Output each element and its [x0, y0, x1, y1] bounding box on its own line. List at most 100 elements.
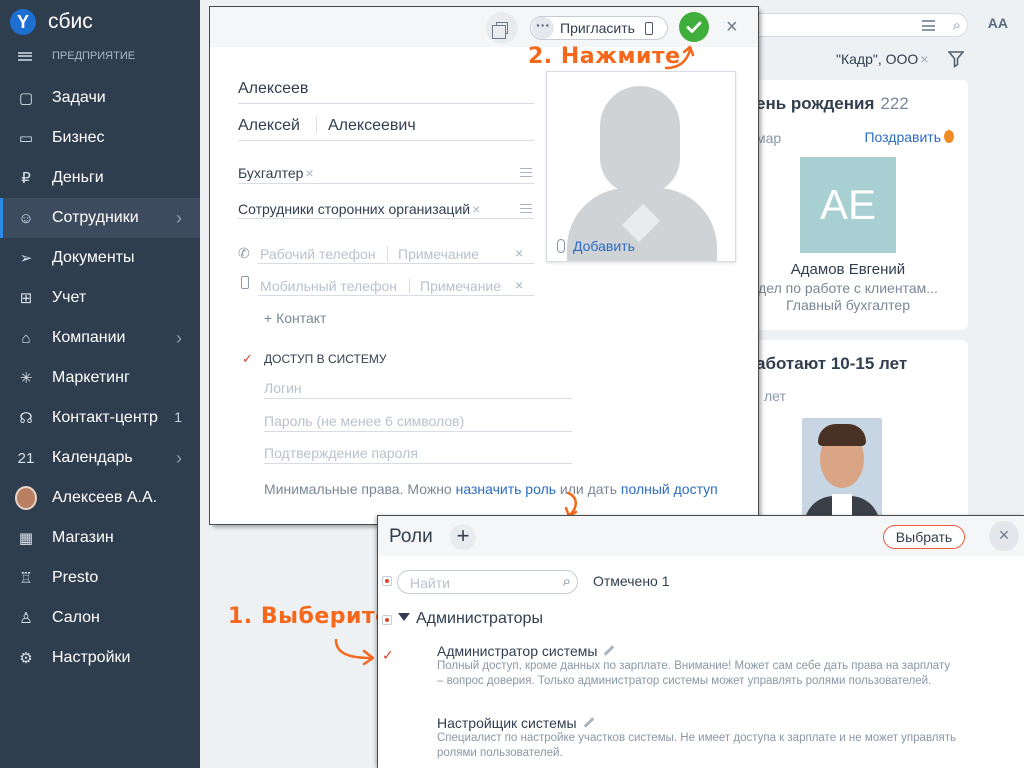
mobile-phone-note-field[interactable]: Примечание: [420, 278, 501, 294]
sidebar-item-companies[interactable]: ⌂ Компании ›: [0, 318, 200, 358]
paperclip-icon: [557, 239, 565, 253]
department-value: Сотрудники сторонних организаций: [238, 201, 471, 217]
sidebar-item-calendar[interactable]: 21 Календарь ›: [0, 438, 200, 478]
password-field[interactable]: Пароль (не менее 6 символов): [264, 413, 464, 429]
work-phone-field[interactable]: Рабочий телефон: [260, 246, 376, 262]
position-field[interactable]: Бухгалтер ×: [238, 165, 314, 181]
invite-button[interactable]: ··· Пригласить: [530, 16, 668, 40]
clear-icon[interactable]: ×: [515, 277, 523, 293]
group-marker[interactable]: [382, 615, 392, 625]
employee-name[interactable]: Адамов Евгений: [756, 261, 940, 278]
role-name-admin[interactable]: Администратор системы: [437, 643, 615, 659]
last-name-field[interactable]: Алексеев: [238, 80, 308, 98]
callout-arrow-icon: [334, 638, 375, 666]
company-filter[interactable]: "Кадр", ООО ×: [836, 51, 928, 67]
dialog-header: ··· Пригласить ×: [210, 7, 758, 47]
open-in-new-window-button[interactable]: [486, 12, 518, 44]
role-group-admins[interactable]: Администраторы: [398, 610, 543, 628]
sidebar-item-tasks[interactable]: ▢ Задачи: [0, 78, 200, 118]
clear-filter-icon[interactable]: ×: [920, 51, 928, 67]
list-icon[interactable]: [922, 20, 935, 31]
more-icon[interactable]: ···: [532, 17, 554, 39]
clear-icon: ×: [472, 201, 481, 217]
search-icon[interactable]: ⌕: [953, 17, 961, 34]
ruble-icon: ₽: [21, 170, 31, 187]
mobile-phone-field[interactable]: Мобильный телефон: [260, 278, 397, 294]
sidebar-item-label: Настройки: [52, 649, 131, 666]
login-field[interactable]: Логин: [264, 380, 302, 396]
sidebar-item-documents[interactable]: ➢ Документы: [0, 238, 200, 278]
list-icon[interactable]: [520, 204, 532, 213]
sidebar-item-presto[interactable]: ♖ Presto: [0, 558, 200, 598]
balloon-icon: [944, 130, 954, 143]
access-checkbox[interactable]: ✓: [242, 351, 253, 367]
sidebar-item-settings[interactable]: ⚙ Настройки: [0, 638, 200, 678]
close-button[interactable]: ×: [726, 16, 738, 39]
marked-count[interactable]: Отмечено 1: [593, 573, 670, 589]
employee-photo[interactable]: [802, 418, 882, 520]
sidebar-item-marketing[interactable]: ✳ Маркетинг: [0, 358, 200, 398]
list-icon[interactable]: [520, 168, 532, 177]
sidebar-item-label: Учет: [52, 289, 87, 306]
sidebar-item-label: Бизнес: [52, 129, 105, 146]
work-phone-note-field[interactable]: Примечание: [398, 246, 479, 262]
save-button[interactable]: [679, 12, 709, 42]
employee-avatar[interactable]: АЕ: [800, 157, 896, 253]
checkmark-icon: [686, 21, 702, 33]
department-field[interactable]: Сотрудники сторонних организаций ×: [238, 201, 480, 217]
roles-panel: Роли + Выбрать × Найти ⌕ Отмечено 1 Адми…: [378, 516, 1024, 768]
calendar-icon: 21: [17, 449, 35, 467]
invite-label: Пригласить: [560, 20, 635, 36]
middle-name-field[interactable]: Алексеевич: [328, 117, 416, 135]
photo-placeholder[interactable]: Добавить: [546, 71, 736, 262]
clear-icon[interactable]: ×: [515, 245, 523, 261]
add-photo-link[interactable]: Добавить: [557, 238, 635, 254]
app-logo[interactable]: Y сбис: [10, 8, 93, 36]
tasks-icon: ▢: [18, 90, 34, 107]
top-bar: ⌕ AA: [758, 8, 1024, 38]
first-name-field[interactable]: Алексей: [238, 117, 300, 135]
roles-title: Роли: [389, 526, 433, 547]
card-subtitle: мар: [756, 130, 782, 146]
sidebar-item-employees[interactable]: ☺ Сотрудники ›: [0, 198, 200, 238]
sidebar-nav: ▢ Задачи ▭ Бизнес ₽ Деньги ☺ Сотрудники …: [0, 78, 200, 678]
chevron-right-icon[interactable]: ›: [176, 328, 182, 349]
chevron-right-icon[interactable]: ›: [176, 208, 182, 229]
font-size-icon[interactable]: AA: [988, 15, 1008, 31]
company-filter-label: "Кадр", ООО: [836, 51, 919, 67]
filter-icon[interactable]: [948, 50, 964, 68]
sidebar-item-label: Календарь: [52, 449, 133, 466]
add-contact-button[interactable]: + Контакт: [264, 310, 326, 326]
sidebar-item-label: Контакт-центр: [52, 409, 158, 426]
employee-position: Главный бухгалтер: [786, 297, 910, 313]
add-role-button[interactable]: +: [450, 524, 476, 550]
global-search-input[interactable]: ⌕: [758, 13, 968, 37]
roles-search-input[interactable]: Найти ⌕: [397, 570, 578, 594]
sidebar-item-contact-center[interactable]: ☊ Контакт-центр 1: [0, 398, 200, 438]
full-access-link[interactable]: полный доступ: [621, 481, 718, 497]
assign-role-link[interactable]: назначить роль: [456, 481, 556, 497]
sidebar-item-accounting[interactable]: ⊞ Учет: [0, 278, 200, 318]
close-button[interactable]: ×: [989, 521, 1019, 551]
congratulate-link[interactable]: Поздравить: [864, 129, 954, 145]
choose-button[interactable]: Выбрать: [883, 525, 965, 549]
search-placeholder: Найти: [410, 575, 450, 591]
sidebar-item-salon[interactable]: ♙ Салон: [0, 598, 200, 638]
sidebar-item-store[interactable]: ▦ Магазин: [0, 518, 200, 558]
sidebar-item-money[interactable]: ₽ Деньги: [0, 158, 200, 198]
org-switcher[interactable]: ПРЕДПРИЯТИЕ: [18, 50, 135, 62]
birthday-count: 222: [880, 94, 909, 113]
store-icon: ▦: [18, 530, 34, 547]
sidebar-item-business[interactable]: ▭ Бизнес: [0, 118, 200, 158]
callout-choose: 1. Выберите: [228, 604, 391, 629]
select-all-marker[interactable]: [382, 576, 392, 586]
rights-note: Минимальные права. Можно назначить роль …: [264, 481, 718, 497]
sidebar-item-profile[interactable]: Алексеев А.А.: [0, 478, 200, 518]
role-checkbox-checked[interactable]: ✓: [382, 647, 394, 664]
role-name-configurator[interactable]: Настройщик системы: [437, 715, 595, 731]
search-icon[interactable]: ⌕: [563, 573, 571, 590]
menu-icon[interactable]: [18, 51, 32, 61]
confirm-password-field[interactable]: Подтверждение пароля: [264, 445, 418, 461]
tenure-card: аботают 10-15 лет лет: [756, 340, 968, 520]
chevron-right-icon[interactable]: ›: [176, 448, 182, 469]
